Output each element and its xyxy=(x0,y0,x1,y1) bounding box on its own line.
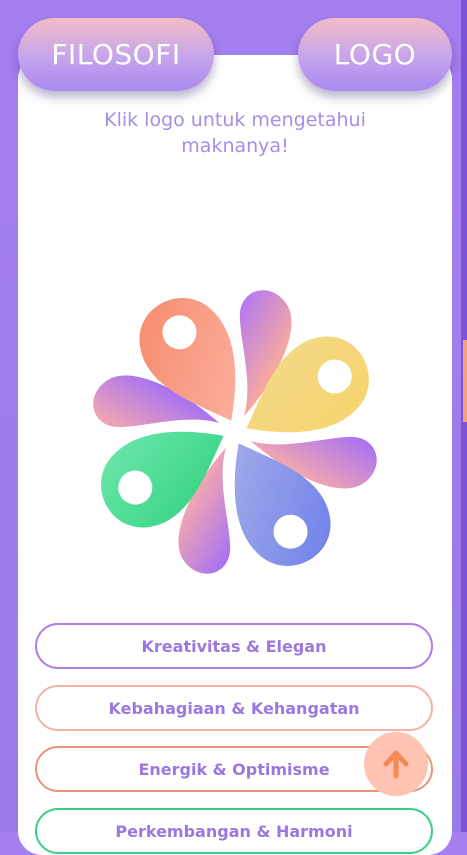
meaning-button-kreativitas[interactable]: Kreativitas & Elegan xyxy=(35,623,433,669)
arrow-up-icon xyxy=(383,750,409,779)
meaning-button-perkembangan[interactable]: Perkembangan & Harmoni xyxy=(35,808,433,854)
scroll-to-top-button[interactable] xyxy=(364,732,428,796)
logo-tab[interactable]: LOGO xyxy=(298,18,452,91)
instruction-text: Klik logo untuk mengetahui maknanya! xyxy=(18,107,452,159)
instruction-line-1: Klik logo untuk mengetahui xyxy=(104,109,366,131)
filosofi-tab[interactable]: FILOSOFI xyxy=(18,18,214,91)
logo-image[interactable] xyxy=(85,282,385,582)
scroll-indicator[interactable] xyxy=(463,340,467,422)
meaning-button-kebahagiaan[interactable]: Kebahagiaan & Kehangatan xyxy=(35,685,433,731)
instruction-line-2: maknanya! xyxy=(181,135,289,157)
